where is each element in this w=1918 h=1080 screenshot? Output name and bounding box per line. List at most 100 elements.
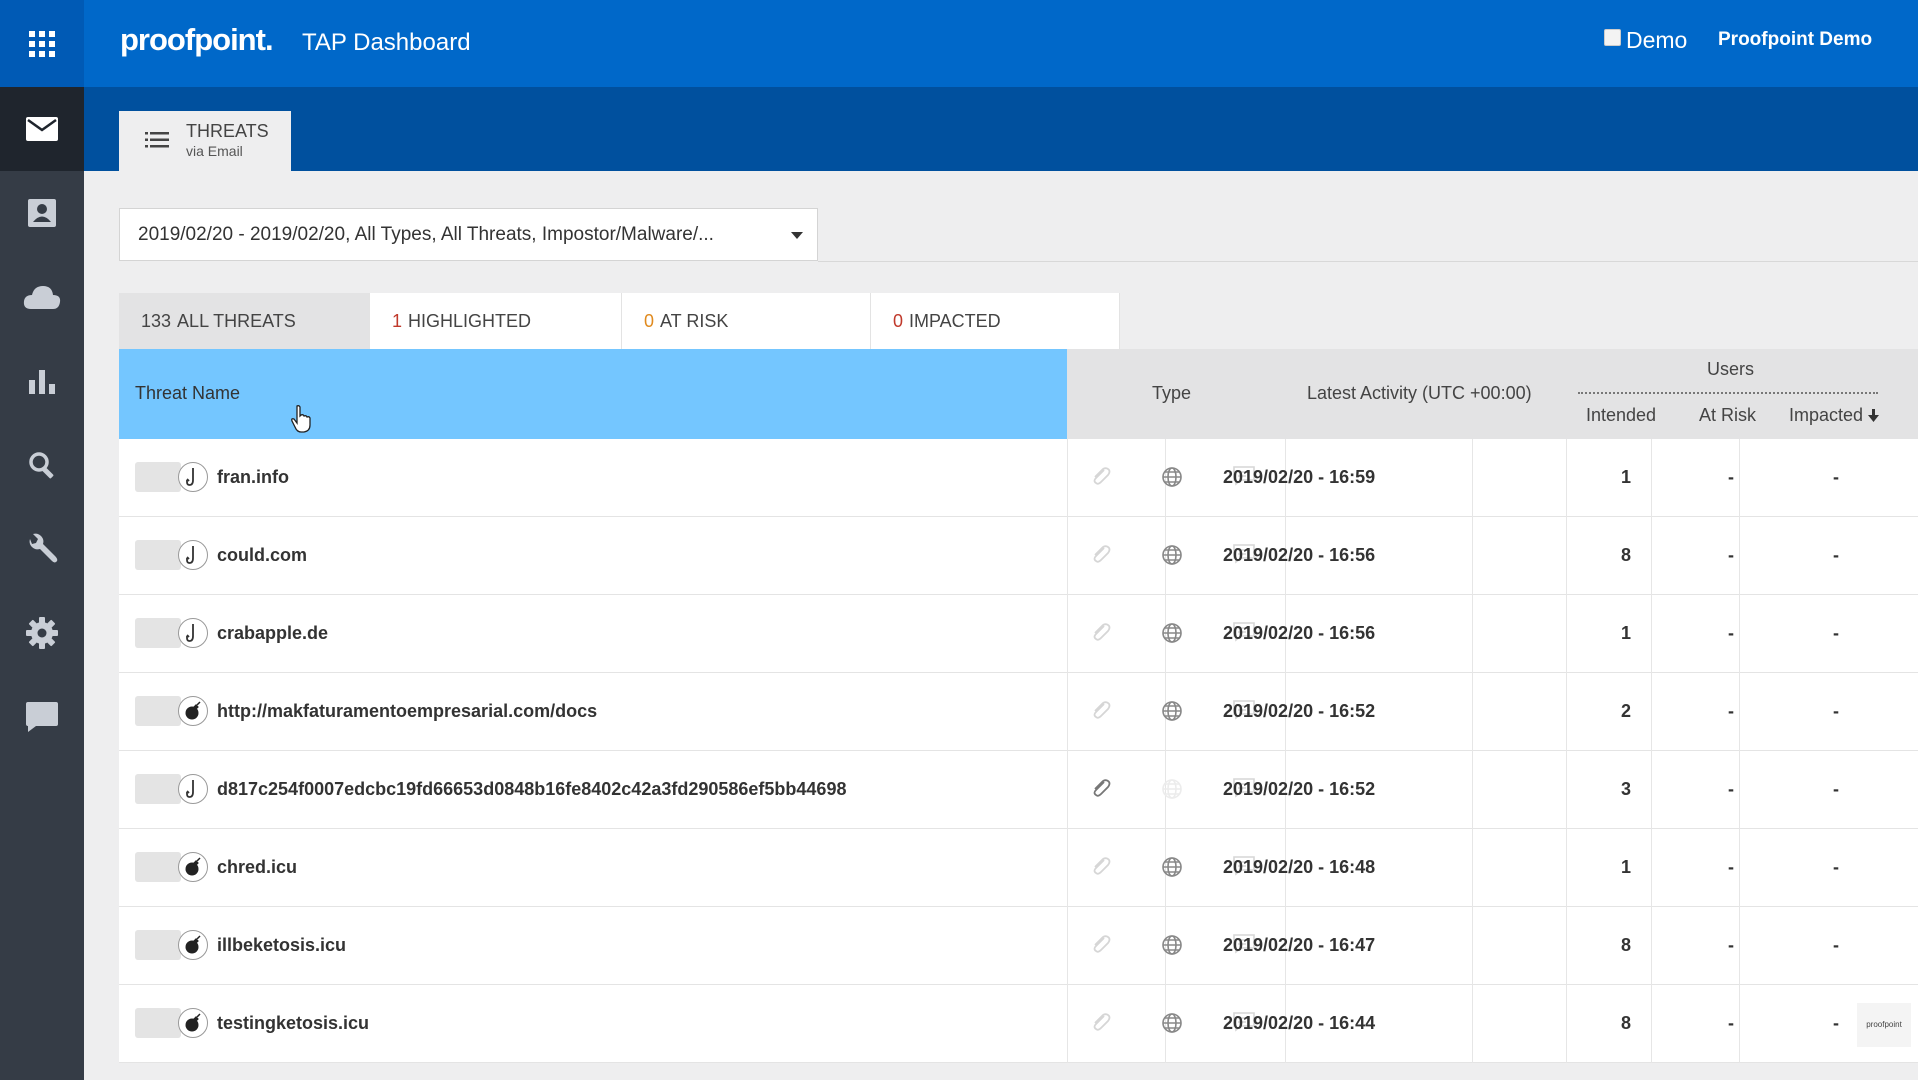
row-toggle[interactable] <box>135 618 181 648</box>
mail-icon[interactable] <box>0 87 84 171</box>
proofpoint-logo[interactable]: proofpoint. <box>120 22 274 58</box>
tab-subtitle: via Email <box>186 143 243 159</box>
latest-activity: 2019/02/20 - 16:52 <box>1223 701 1376 721</box>
search-icon[interactable] <box>0 423 84 507</box>
cell-separator <box>1472 751 1473 829</box>
threat-name[interactable]: fran.info <box>217 467 289 488</box>
chat-icon[interactable] <box>0 675 84 759</box>
table-row[interactable]: illbeketosis.icu 2019/02/20 - 16:47 8 - - <box>119 907 1918 985</box>
phish-hook-icon <box>178 540 208 570</box>
row-toggle[interactable] <box>135 462 181 492</box>
column-latest-activity[interactable]: Latest Activity (UTC +00:00) <box>1307 383 1532 404</box>
malware-bomb-icon <box>178 852 208 882</box>
table-row[interactable]: fran.info 2019/02/20 - 16:59 1 - - <box>119 439 1918 517</box>
tab-all-threats[interactable]: 133 ALL THREATS <box>119 293 370 349</box>
column-type[interactable]: Type <box>1152 383 1191 404</box>
attachment-icon <box>1090 544 1112 571</box>
impacted-count: - <box>1833 857 1839 877</box>
threats-table: Threat Name Type Latest Activity (UTC +0… <box>119 349 1918 1080</box>
cell-separator <box>1472 439 1473 517</box>
impacted-count: - <box>1833 1013 1839 1033</box>
cell-separator <box>1472 517 1473 595</box>
impacted-count: - <box>1833 779 1839 799</box>
demo-label[interactable]: Demo <box>1626 27 1687 54</box>
cell-separator <box>1472 673 1473 751</box>
user-menu[interactable]: Proofpoint Demo <box>1718 29 1872 51</box>
caret-down-icon <box>791 232 803 239</box>
sort-desc-arrow-icon <box>1868 409 1880 422</box>
bar-chart-icon[interactable] <box>0 339 84 423</box>
table-row[interactable]: testingketosis.icu 2019/02/20 - 16:44 8 - - <box>119 985 1918 1063</box>
cell-separator <box>1067 985 1068 1063</box>
threat-name[interactable]: http://makfaturamentoempresarial.com/doc… <box>217 701 597 722</box>
column-threat-name[interactable]: Threat Name <box>119 349 1067 439</box>
tab-at-risk[interactable]: 0 AT RISK <box>622 293 871 349</box>
threat-name[interactable]: testingketosis.icu <box>217 1013 369 1034</box>
phish-hook-icon <box>178 462 208 492</box>
table-row[interactable]: crabapple.de 2019/02/20 - 16:56 1 - - <box>119 595 1918 673</box>
threat-name[interactable]: d817c254f0007edcbc19fd66653d0848b16fe840… <box>217 779 846 800</box>
column-at-risk[interactable]: At Risk <box>1699 405 1756 426</box>
cell-separator <box>1566 595 1567 673</box>
threat-name[interactable]: could.com <box>217 545 307 566</box>
apps-grid-icon[interactable] <box>0 0 84 87</box>
table-row[interactable]: d817c254f0007edcbc19fd66653d0848b16fe840… <box>119 751 1918 829</box>
filter-value: 2019/02/20 - 2019/02/20, All Types, All … <box>138 224 714 245</box>
malware-bomb-icon <box>178 1008 208 1038</box>
at-risk-count: - <box>1728 857 1734 877</box>
globe-icon <box>1161 622 1183 649</box>
gear-icon[interactable] <box>0 591 84 675</box>
cloud-icon[interactable] <box>0 255 84 339</box>
table-row[interactable]: could.com 2019/02/20 - 16:56 8 - - <box>119 517 1918 595</box>
attachment-icon <box>1090 934 1112 961</box>
cell-separator <box>1566 907 1567 985</box>
row-toggle[interactable] <box>135 930 181 960</box>
count: 0 <box>644 311 655 331</box>
filter-dropdown[interactable]: 2019/02/20 - 2019/02/20, All Types, All … <box>119 208 818 261</box>
at-risk-count: - <box>1728 545 1734 565</box>
count: 0 <box>893 311 904 331</box>
tab-impacted[interactable]: 0 IMPACTED <box>871 293 1120 349</box>
table-row[interactable]: chred.icu 2019/02/20 - 16:48 1 - - <box>119 829 1918 907</box>
malware-bomb-icon <box>178 696 208 726</box>
cell-separator <box>1651 439 1652 517</box>
threat-name[interactable]: chred.icu <box>217 857 297 878</box>
cell-separator <box>1651 985 1652 1063</box>
at-risk-count: - <box>1728 1013 1734 1033</box>
attachment-icon <box>1090 778 1112 805</box>
attachment-icon <box>1090 856 1112 883</box>
phish-hook-icon <box>178 618 208 648</box>
latest-activity: 2019/02/20 - 16:59 <box>1223 467 1376 487</box>
table-row[interactable]: http://makfaturamentoempresarial.com/doc… <box>119 673 1918 751</box>
threat-name[interactable]: crabapple.de <box>217 623 328 644</box>
latest-activity: 2019/02/20 - 16:56 <box>1223 545 1376 565</box>
row-toggle[interactable] <box>135 852 181 882</box>
latest-activity: 2019/02/20 - 16:56 <box>1223 623 1376 643</box>
tab-threats-via-email[interactable]: THREATS via Email <box>119 111 291 171</box>
column-impacted[interactable]: Impacted <box>1789 405 1880 426</box>
tab-highlighted[interactable]: 1 HIGHLIGHTED <box>370 293 622 349</box>
contact-card-icon[interactable] <box>0 171 84 255</box>
intended-count: 1 <box>1620 467 1631 487</box>
column-label: Threat Name <box>135 383 241 403</box>
row-toggle[interactable] <box>135 696 181 726</box>
cell-separator <box>1067 907 1068 985</box>
row-toggle[interactable] <box>135 774 181 804</box>
column-group-users: Users <box>1707 359 1755 379</box>
globe-icon <box>1161 700 1183 727</box>
wrench-icon[interactable] <box>0 507 84 591</box>
cell-separator <box>1472 985 1473 1063</box>
cell-separator <box>1067 673 1068 751</box>
threat-name[interactable]: illbeketosis.icu <box>217 935 346 956</box>
column-intended[interactable]: Intended <box>1586 405 1656 426</box>
globe-icon <box>1161 856 1183 883</box>
row-toggle[interactable] <box>135 540 181 570</box>
intended-count: 8 <box>1620 935 1631 955</box>
demo-checkbox[interactable] <box>1604 29 1621 46</box>
cell-separator <box>1651 751 1652 829</box>
cell-separator <box>1472 829 1473 907</box>
column-label: Impacted <box>1789 405 1864 425</box>
intended-count: 1 <box>1620 623 1631 643</box>
cell-separator <box>1651 595 1652 673</box>
row-toggle[interactable] <box>135 1008 181 1038</box>
